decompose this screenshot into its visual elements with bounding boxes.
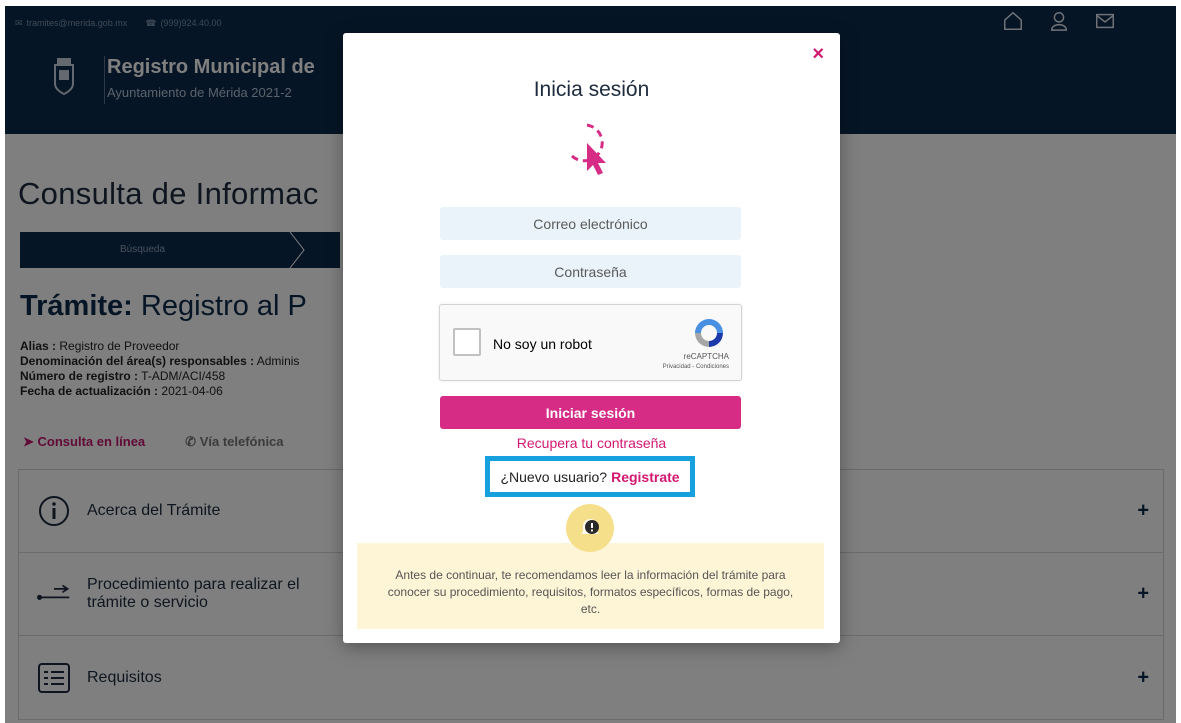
recaptcha-logo-icon	[695, 319, 723, 347]
new-user-highlight: ¿Nuevo usuario? Registrate	[485, 456, 695, 497]
bell-alert-icon	[566, 504, 614, 552]
register-link[interactable]: Registrate	[611, 469, 679, 485]
recaptcha-checkbox[interactable]	[453, 328, 481, 356]
recaptcha-links[interactable]: Privacidad - Condiciones	[663, 364, 729, 370]
recaptcha-label: No soy un robot	[493, 336, 592, 352]
password-field[interactable]	[440, 255, 741, 288]
login-button[interactable]: Iniciar sesión	[440, 396, 741, 429]
email-field[interactable]	[440, 207, 741, 240]
modal-title: Inicia sesión	[533, 78, 650, 101]
recover-password-link[interactable]: Recupera tu contraseña	[343, 435, 840, 451]
recaptcha-brand: reCAPTCHA	[683, 352, 729, 361]
notice-text: Antes de continuar, te recomendamos leer…	[387, 567, 794, 616]
notice-box: Antes de continuar, te recomendamos leer…	[357, 543, 824, 629]
close-icon[interactable]: ×	[812, 43, 824, 66]
click-cursor-icon	[569, 123, 606, 175]
login-modal: × Inicia sesión No soy un robot reCAPTCH…	[343, 33, 840, 643]
new-user-text: ¿Nuevo usuario?	[500, 468, 608, 485]
recaptcha-widget: No soy un robot reCAPTCHA Privacidad - C…	[439, 304, 742, 381]
